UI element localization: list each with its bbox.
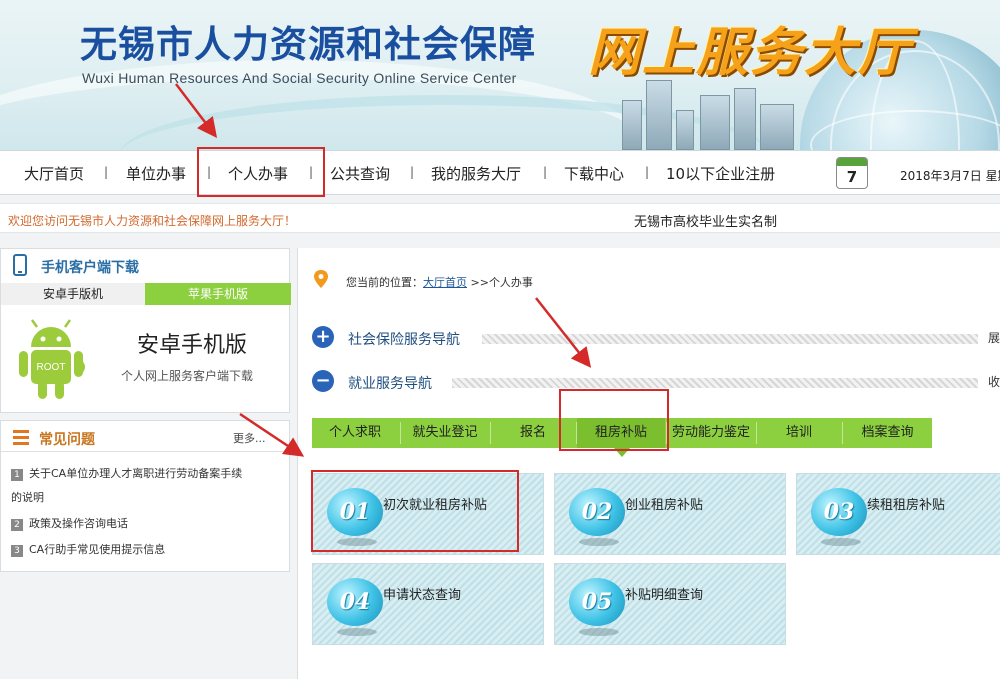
section-label[interactable]: 社会保险服务导航 (348, 329, 460, 349)
service-card-subsidy-detail-query[interactable]: 05 补贴明细查询 (554, 563, 786, 645)
card-number-badge: 03 (811, 488, 867, 536)
app-panel-title: 手机客户端下载 (41, 260, 139, 276)
nav-separator: | (207, 165, 212, 179)
nav-item-my-hall[interactable]: 我的服务大厅 (431, 163, 521, 184)
faq-item[interactable]: 3 CA行助手常见使用提示信息 (11, 541, 165, 557)
breadcrumb-home-link[interactable]: 大厅首页 (423, 276, 467, 289)
card-number-badge: 01 (327, 488, 383, 536)
building-graphic (646, 80, 672, 150)
building-graphic (676, 110, 694, 150)
hall-title: 网上服务大厅 (588, 23, 913, 83)
app-name[interactable]: 安卓手机版 (137, 327, 247, 359)
employment-tabs: 个人求职 就失业登记 报名 租房补贴 劳动能力鉴定 培训 档案查询 (312, 418, 932, 448)
nav-item-home[interactable]: 大厅首页 (24, 163, 84, 184)
nav-separator: | (104, 165, 109, 179)
faq-item[interactable]: 2 政策及操作咨询电话 (11, 515, 128, 531)
nav-separator: | (645, 165, 650, 179)
android-label: ROOT (37, 362, 66, 373)
section-employment[interactable]: − 就业服务导航 收 (312, 370, 1000, 394)
app-tabs: 安卓手版机 苹果手机版 (1, 283, 291, 305)
nav-item-personal[interactable]: 个人办事 (228, 163, 288, 184)
calendar-icon: 7 (836, 157, 868, 189)
collapse-icon[interactable]: − (312, 370, 334, 392)
nav-item-download[interactable]: 下载中心 (564, 163, 624, 184)
section-divider (482, 334, 978, 344)
service-card-renewal-rent[interactable]: 03 续租租房补贴 (796, 473, 1000, 555)
welcome-text: 欢迎您访问无锡市人力资源和社会保障网上服务大厅！ (8, 214, 297, 228)
tab-archive-query[interactable]: 档案查询 (843, 418, 932, 448)
news-ticker[interactable]: 无锡市高校毕业生实名制 (634, 211, 777, 230)
card-label: 补贴明细查询 (625, 588, 704, 603)
card-number-badge: 05 (569, 578, 625, 626)
header-banner: 无锡市人力资源和社会保障 Wuxi Human Resources And So… (0, 0, 1000, 150)
tab-job-seeking[interactable]: 个人求职 (312, 418, 398, 448)
location-pin-icon (314, 270, 328, 288)
card-label: 续租租房补贴 (867, 498, 946, 513)
android-icon[interactable]: ROOT (15, 317, 87, 403)
section-label[interactable]: 就业服务导航 (348, 373, 432, 393)
divider (1, 451, 291, 452)
nav-item-unit[interactable]: 单位办事 (126, 163, 186, 184)
faq-item-continued[interactable]: 的说明 (11, 489, 44, 505)
list-icon (13, 429, 29, 445)
nav-item-enterprise-register[interactable]: 10以下企业注册 (666, 163, 775, 184)
card-number-badge: 04 (327, 578, 383, 626)
section-toggle-text[interactable]: 展 (988, 329, 1000, 346)
current-date: 2018年3月7日 星期 (900, 169, 1000, 183)
phone-icon (13, 254, 27, 276)
tab-iphone[interactable]: 苹果手机版 (145, 283, 291, 305)
site-title: 无锡市人力资源和社会保障 (80, 23, 536, 66)
tab-work-ability-assessment[interactable]: 劳动能力鉴定 (667, 418, 755, 448)
nav-item-public-query[interactable]: 公共查询 (330, 163, 390, 184)
faq-more-link[interactable]: 更多... (233, 430, 266, 446)
app-download-panel: 手机客户端下载 安卓手版机 苹果手机版 ROOT 安卓手机版 个人网上服务客户端… (0, 248, 291, 413)
active-tab-pointer (614, 448, 630, 457)
section-divider (452, 378, 978, 388)
site-subtitle: Wuxi Human Resources And Social Security… (82, 70, 517, 86)
service-card-status-query[interactable]: 04 申请状态查询 (312, 563, 544, 645)
service-card-startup-rent[interactable]: 02 创业租房补贴 (554, 473, 786, 555)
expand-icon[interactable]: + (312, 326, 334, 348)
section-social-insurance[interactable]: + 社会保险服务导航 展 (312, 326, 1000, 350)
tab-unemployment-registration[interactable]: 就失业登记 (401, 418, 489, 448)
card-number-badge: 02 (569, 488, 625, 536)
tab-android[interactable]: 安卓手版机 (1, 283, 145, 305)
faq-title: 常见问题 (39, 432, 95, 448)
faq-panel: 常见问题 更多... 1 关于CA单位办理人才离职进行劳动备案手续 的说明 2 政策… (0, 420, 291, 572)
main-nav: 大厅首页 | 单位办事 | 个人办事 | 公共查询 | 我的服务大厅 | 下载中… (0, 150, 1000, 195)
calendar-day: 7 (846, 168, 858, 186)
tab-signup[interactable]: 报名 (491, 418, 575, 448)
card-label: 初次就业租房补贴 (383, 498, 488, 513)
building-graphic (700, 95, 730, 150)
building-graphic (760, 104, 794, 150)
nav-separator: | (410, 165, 415, 179)
notice-strip: 欢迎您访问无锡市人力资源和社会保障网上服务大厅！ 无锡市高校毕业生实名制 (0, 203, 1000, 233)
breadcrumb: 您当前的位置：大厅首页 >>个人办事 (346, 276, 533, 289)
card-label: 创业租房补贴 (625, 498, 704, 513)
app-subtitle: 个人网上服务客户端下载 (121, 369, 254, 383)
main-content: 您当前的位置：大厅首页 >>个人办事 + 社会保险服务导航 展 − 就业服务导航… (297, 248, 1000, 679)
nav-separator: | (309, 165, 314, 179)
section-toggle-text[interactable]: 收 (988, 373, 1000, 390)
tab-training[interactable]: 培训 (757, 418, 841, 448)
building-graphic (734, 88, 756, 150)
faq-item[interactable]: 1 关于CA单位办理人才离职进行劳动备案手续 (11, 465, 242, 481)
building-graphic (622, 100, 642, 150)
nav-separator: | (543, 165, 548, 179)
service-card-first-employment-rent[interactable]: 01 初次就业租房补贴 (312, 473, 544, 555)
tab-rent-subsidy[interactable]: 租房补贴 (577, 418, 665, 448)
card-label: 申请状态查询 (383, 588, 462, 603)
